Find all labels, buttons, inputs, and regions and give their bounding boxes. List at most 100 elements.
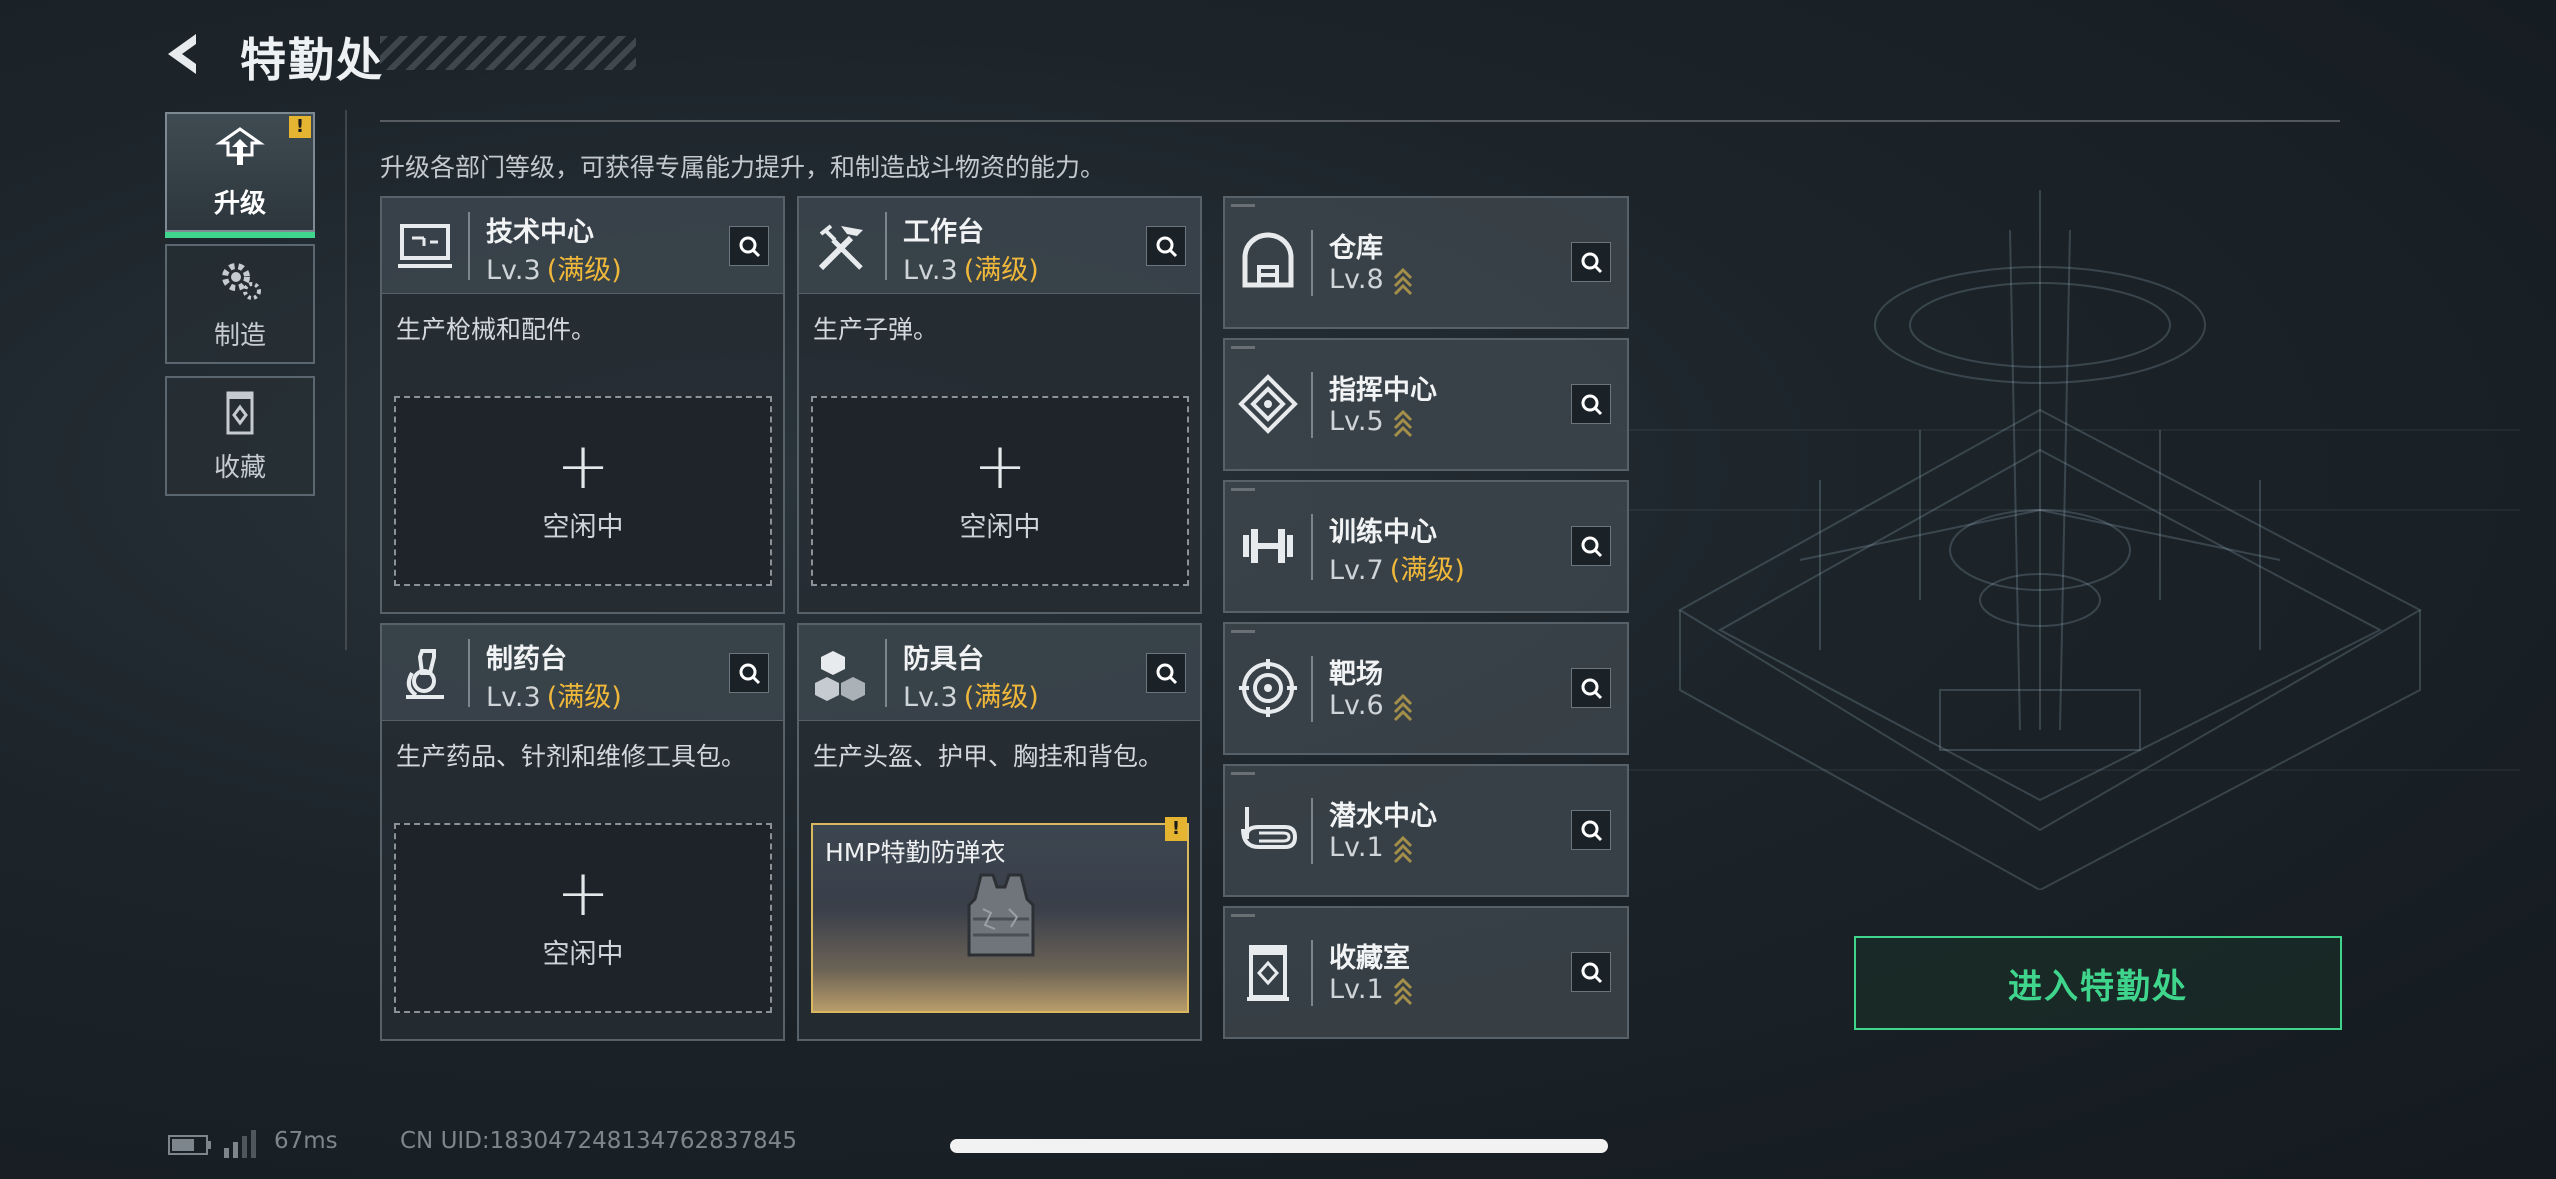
card-header: 工作台 Lv.3 (满级) (799, 198, 1200, 294)
active-tab-indicator (165, 232, 315, 238)
workshop-name: 工作台 (903, 217, 984, 248)
plus-icon: + (973, 429, 1027, 504)
tab-collection[interactable]: 收藏 (165, 376, 315, 496)
inspect-button[interactable] (1571, 384, 1611, 424)
upgrade-available-icon (1393, 835, 1412, 863)
facility-name: 指挥中心 (1329, 375, 1437, 406)
facility-card-command-center[interactable]: 指挥中心 Lv.5 (1223, 338, 1629, 471)
upgrade-icon (215, 126, 265, 165)
facility-level: Lv.8 (1329, 264, 1414, 296)
tab-label: 收藏 (213, 452, 266, 483)
page-title: 特勤处 (240, 33, 384, 87)
tab-craft[interactable]: 制造 (165, 244, 315, 364)
diving-mask-icon (1241, 807, 1298, 849)
card-corner (1231, 346, 1255, 349)
plus-icon: + (556, 856, 610, 931)
card-corner (1231, 914, 1255, 917)
title-decoration (380, 36, 636, 70)
slot-status: 空闲中 (542, 938, 624, 970)
workshop-level: Lv.3 (满级) (486, 255, 622, 286)
search-icon (1581, 962, 1603, 984)
workshop-name: 制药台 (486, 644, 567, 675)
alert-badge: ! (1165, 817, 1187, 841)
inspect-button[interactable] (729, 653, 769, 693)
header-divider (1311, 230, 1313, 296)
upgrade-available-icon (1393, 409, 1412, 437)
inspect-button[interactable] (729, 226, 769, 266)
inspect-button[interactable] (1571, 526, 1611, 566)
workshop-level: Lv.3 (满级) (486, 682, 622, 713)
headquarters-building-illustration (1620, 190, 2520, 890)
search-icon (739, 663, 761, 685)
home-indicator[interactable] (950, 1139, 1608, 1153)
computer-icon (398, 224, 452, 268)
search-icon (1581, 394, 1603, 416)
workshop-level: Lv.3 (满级) (903, 255, 1039, 286)
body-armor-vest-icon (967, 873, 1035, 957)
facility-level: Lv.6 (1329, 690, 1414, 722)
tab-upgrade[interactable]: 升级 ! (165, 112, 315, 238)
section-description: 升级各部门等级，可获得专属能力提升，和制造战斗物资的能力。 (380, 153, 1106, 182)
inspect-button[interactable] (1571, 242, 1611, 282)
dumbbell-icon (1243, 529, 1293, 563)
workshop-card-armor-bench[interactable]: 防具台 Lv.3 (满级) 生产头盔、护甲、胸挂和背包。 HMP特勤防弹衣 ! (797, 623, 1202, 1041)
facility-card-training-center[interactable]: 训练中心 Lv.7 (满级) (1223, 480, 1629, 613)
facility-card-warehouse[interactable]: 仓库 Lv.8 (1223, 196, 1629, 329)
enter-special-ops-button[interactable]: 进入特勤处 (1854, 936, 2342, 1030)
production-slot[interactable]: + 空闲中 (394, 396, 772, 586)
workshop-description: 生产子弹。 (813, 315, 939, 344)
search-icon (1156, 663, 1178, 685)
tab-label: 制造 (213, 320, 266, 351)
workshop-description: 生产药品、针剂和维修工具包。 (396, 742, 747, 771)
collection-icon (226, 391, 254, 434)
user-id: CN UID:1830472481347628378​45 (400, 1128, 797, 1154)
facility-level: Lv.5 (1329, 406, 1414, 438)
facility-card-collection-room[interactable]: 收藏室 Lv.1 (1223, 906, 1629, 1039)
facility-level: Lv.1 (1329, 974, 1414, 1006)
sidebar-divider (345, 110, 347, 650)
search-icon (1581, 678, 1603, 700)
facility-name: 仓库 (1329, 233, 1383, 264)
card-header: 制药台 Lv.3 (满级) (382, 625, 783, 721)
ping-readout: 67ms (274, 1128, 338, 1154)
slot-status: 空闲中 (542, 511, 624, 543)
workshop-card-pharmacy[interactable]: 制药台 Lv.3 (满级) 生产药品、针剂和维修工具包。 + 空闲中 (380, 623, 785, 1041)
inspect-button[interactable] (1146, 226, 1186, 266)
signal-strength-icon (224, 1130, 256, 1158)
facility-card-shooting-range[interactable]: 靶场 Lv.6 (1223, 622, 1629, 755)
workshop-card-tech-center[interactable]: 技术中心 Lv.3 (满级) 生产枪械和配件。 + 空闲中 (380, 196, 785, 614)
facility-name: 靶场 (1329, 659, 1383, 690)
slot-status: 空闲中 (959, 511, 1041, 543)
facility-card-diving-center[interactable]: 潜水中心 Lv.1 (1223, 764, 1629, 897)
card-corner (1231, 772, 1255, 775)
card-header: 技术中心 Lv.3 (满级) (382, 198, 783, 294)
gear-icon (222, 262, 261, 300)
inspect-button[interactable] (1571, 952, 1611, 992)
crafted-item-slot[interactable]: HMP特勤防弹衣 ! (811, 817, 1189, 1013)
header-divider (1311, 656, 1313, 722)
production-slot[interactable]: + 空闲中 (811, 396, 1189, 586)
facility-name: 训练中心 (1329, 517, 1437, 548)
upgrade-available-icon (1393, 267, 1412, 295)
header-divider (380, 120, 2340, 122)
header-divider (1311, 514, 1313, 580)
inspect-button[interactable] (1571, 810, 1611, 850)
production-slot[interactable]: + 空闲中 (394, 823, 772, 1013)
header-divider (1311, 372, 1313, 438)
inspect-button[interactable] (1571, 668, 1611, 708)
workshop-card-workbench[interactable]: 工作台 Lv.3 (满级) 生产子弹。 + 空闲中 (797, 196, 1202, 614)
warehouse-icon (1242, 232, 1294, 288)
facility-name: 潜水中心 (1329, 801, 1437, 832)
command-icon (1238, 374, 1298, 434)
inspect-button[interactable] (1146, 653, 1186, 693)
header-divider (468, 212, 470, 280)
battery-icon (168, 1135, 211, 1155)
back-arrow-icon[interactable] (160, 28, 212, 80)
plus-icon: + (556, 429, 610, 504)
search-icon (1156, 236, 1178, 258)
armor-icon (815, 651, 865, 701)
enter-button-label: 进入特勤处 (2008, 966, 2188, 1007)
facility-level: Lv.7 (满级) (1329, 555, 1465, 586)
facility-name: 收藏室 (1329, 943, 1410, 974)
search-icon (1581, 536, 1603, 558)
